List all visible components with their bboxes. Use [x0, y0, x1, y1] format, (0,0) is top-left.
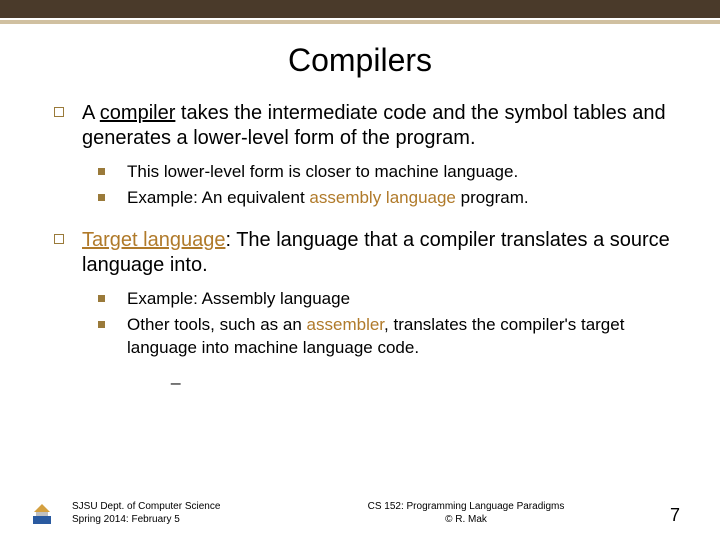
sjsu-logo-icon: [30, 502, 54, 526]
square-solid-icon: [98, 295, 105, 302]
sub-item: Other tools, such as an assembler, trans…: [98, 314, 680, 360]
bar-dark: [0, 0, 720, 18]
footer-left: SJSU Dept. of Computer Science Spring 20…: [72, 501, 262, 526]
dash-placeholder: _: [98, 366, 680, 386]
slide-content: A compiler takes the intermediate code a…: [0, 101, 720, 386]
sub-list: Example: Assembly language Other tools, …: [54, 288, 680, 386]
square-outline-icon: [54, 234, 64, 244]
text-pre: Other tools, such as an: [127, 315, 307, 334]
sub-item: This lower-level form is closer to machi…: [98, 161, 680, 184]
page-number: 7: [670, 505, 680, 526]
text-pre: Example: Assembly language: [127, 289, 350, 308]
bullet-item: Target language: The language that a com…: [54, 228, 680, 278]
bullet-item: A compiler takes the intermediate code a…: [54, 101, 680, 151]
square-solid-icon: [98, 321, 105, 328]
text-pre: This lower-level form is closer to machi…: [127, 162, 518, 181]
square-solid-icon: [98, 194, 105, 201]
accent-text: assembly language: [309, 188, 455, 207]
square-solid-icon: [98, 168, 105, 175]
footer-course: CS 152: Programming Language Paradigms: [262, 501, 670, 514]
footer-dept: SJSU Dept. of Computer Science: [72, 501, 262, 514]
accent-text: assembler: [307, 315, 384, 334]
sub-text: This lower-level form is closer to machi…: [127, 161, 518, 184]
text-pre: A: [82, 102, 100, 124]
slide-footer: SJSU Dept. of Computer Science Spring 20…: [0, 501, 720, 526]
sub-text: Other tools, such as an assembler, trans…: [127, 314, 680, 360]
footer-center: CS 152: Programming Language Paradigms ©…: [262, 501, 670, 526]
square-outline-icon: [54, 107, 64, 117]
keyword-underline-accent: Target language: [82, 229, 225, 251]
sub-text: Example: Assembly language: [127, 288, 350, 311]
text-post: program.: [456, 188, 529, 207]
keyword-underline: compiler: [100, 102, 176, 124]
header-bars: [0, 0, 720, 24]
footer-date: Spring 2014: February 5: [72, 514, 262, 527]
sub-item: Example: An equivalent assembly language…: [98, 187, 680, 210]
bar-light: [0, 20, 720, 24]
text-pre: Example: An equivalent: [127, 188, 309, 207]
footer-author: © R. Mak: [262, 514, 670, 527]
bullet-text: Target language: The language that a com…: [82, 228, 680, 278]
sub-item: Example: Assembly language: [98, 288, 680, 311]
slide-title: Compilers: [0, 42, 720, 79]
sub-list: This lower-level form is closer to machi…: [54, 161, 680, 210]
sub-text: Example: An equivalent assembly language…: [127, 187, 529, 210]
bullet-text: A compiler takes the intermediate code a…: [82, 101, 680, 151]
